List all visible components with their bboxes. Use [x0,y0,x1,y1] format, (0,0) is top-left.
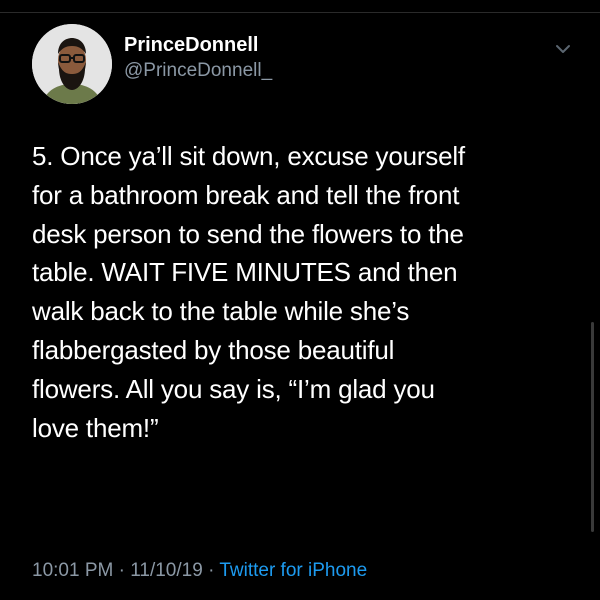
tweet-text-line: for a bathroom break and tell the front [32,179,460,210]
tweet-text-line: flabbergasted by those beautiful [32,334,395,365]
scrollbar[interactable] [591,322,594,532]
avatar[interactable] [32,24,112,104]
tweet-time[interactable]: 10:01 PM [32,560,113,581]
user-names: PrinceDonnell @PrinceDonnell_ [124,32,272,84]
tweet-header: PrinceDonnell @PrinceDonnell_ [32,24,582,108]
tweet-menu-button[interactable] [552,38,574,60]
tweet-text-line: table. WAIT FIVE MINUTES and then [32,257,458,288]
display-name[interactable]: PrinceDonnell [124,32,272,58]
meta-separator: · [118,560,125,581]
user-handle[interactable]: @PrinceDonnell_ [124,58,272,84]
tweet-source-link[interactable]: Twitter for iPhone [219,560,367,581]
tweet-card: PrinceDonnell @PrinceDonnell_ 5. Once ya… [0,0,600,600]
avatar-photo-icon [32,24,112,104]
tweet-text-line: walk back to the table while she’s [32,296,410,327]
tweet-text-line: flowers. All you say is, “I’m glad you [32,373,435,404]
tweet-text-line: desk person to send the flowers to the [32,218,464,249]
tweet-text-line: love them!” [32,412,159,443]
meta-separator: · [208,560,215,581]
tweet-meta: 10:01 PM · 11/10/19 · Twitter for iPhone [32,558,367,584]
tweet-text: 5. Once ya’ll sit down, excuse yourself … [32,137,580,447]
tweet-date[interactable]: 11/10/19 [130,560,203,581]
tweet-text-line: 5. Once ya’ll sit down, excuse yourself [32,141,465,171]
chevron-down-icon [556,45,570,53]
